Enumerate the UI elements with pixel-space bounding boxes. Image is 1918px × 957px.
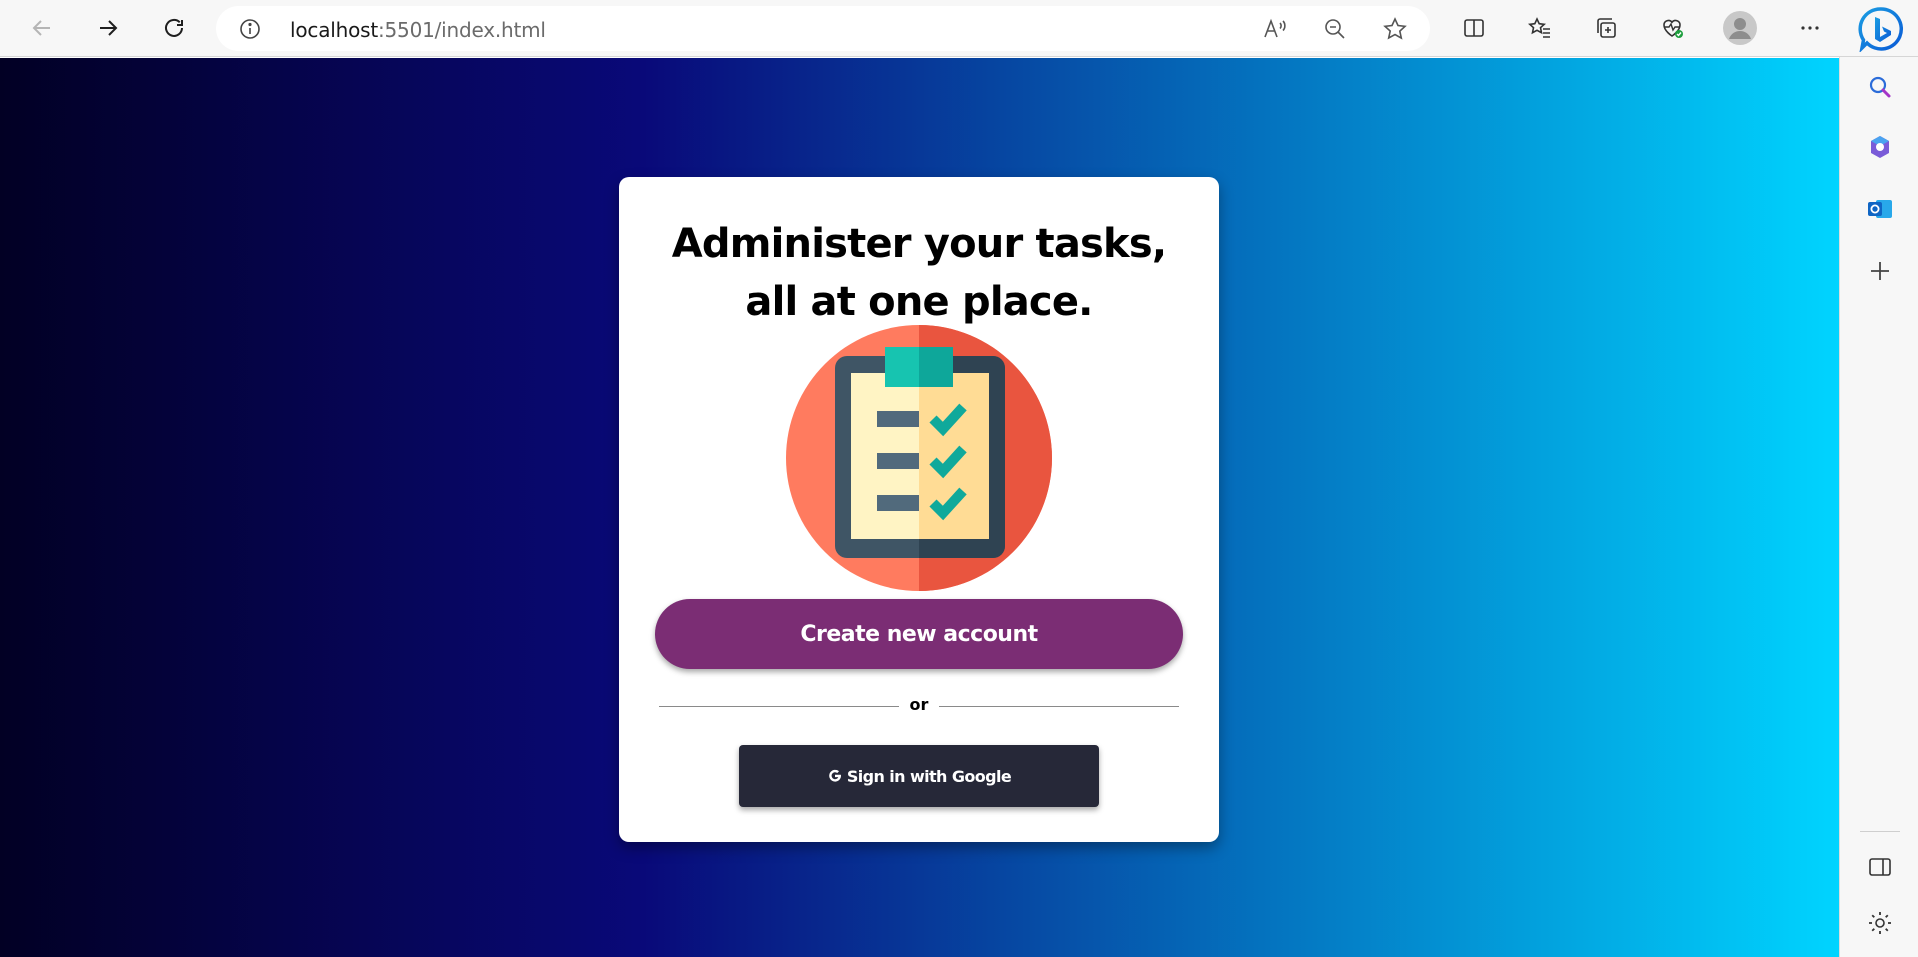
favorites-icon[interactable]: [1520, 8, 1560, 48]
url-path: :5501/index.html: [377, 18, 546, 42]
page-title: Administer your tasks, all at one place.: [671, 221, 1167, 325]
google-signin-label: Sign in with Google: [846, 766, 1012, 786]
google-icon: [829, 769, 841, 782]
back-icon[interactable]: [22, 8, 62, 48]
more-icon[interactable]: [1790, 8, 1830, 48]
refresh-icon[interactable]: [154, 8, 194, 48]
outlook-icon[interactable]: [1866, 195, 1894, 223]
forward-icon[interactable]: [88, 8, 128, 48]
divider-text: or: [909, 695, 929, 714]
create-account-button[interactable]: Create new account: [655, 599, 1183, 669]
url-host: localhost: [290, 18, 378, 42]
sidebar-toggle-icon[interactable]: [1866, 853, 1894, 881]
welcome-card: Administer your tasks, all at one place.…: [619, 177, 1219, 842]
profile-icon[interactable]: [1720, 8, 1760, 48]
page-viewport: Administer your tasks, all at one place.…: [0, 58, 1839, 957]
settings-icon[interactable]: [1866, 909, 1894, 937]
split-screen-icon[interactable]: [1454, 8, 1494, 48]
bing-copilot-icon[interactable]: [1858, 6, 1904, 52]
site-info-icon[interactable]: [238, 17, 262, 41]
browser-sidebar: [1839, 57, 1918, 957]
address-bar[interactable]: localhost:5501/index.html: [216, 6, 1430, 51]
browser-toolbar: localhost:5501/index.html: [0, 0, 1918, 57]
read-aloud-icon[interactable]: [1262, 16, 1288, 42]
browser-essentials-icon[interactable]: [1652, 8, 1692, 48]
clipboard-checklist-icon: [786, 325, 1052, 591]
collections-icon[interactable]: [1586, 8, 1626, 48]
divider-right: [939, 706, 1179, 707]
google-signin-button[interactable]: Sign in with Google: [739, 745, 1099, 807]
url-text[interactable]: localhost:5501/index.html: [290, 18, 546, 42]
add-icon[interactable]: [1866, 257, 1894, 285]
sidebar-divider: [1860, 831, 1900, 832]
favorite-star-icon[interactable]: [1382, 16, 1408, 42]
zoom-out-icon[interactable]: [1322, 16, 1348, 42]
divider-left: [659, 706, 899, 707]
search-icon[interactable]: [1866, 73, 1894, 101]
copilot-icon[interactable]: [1866, 133, 1894, 161]
